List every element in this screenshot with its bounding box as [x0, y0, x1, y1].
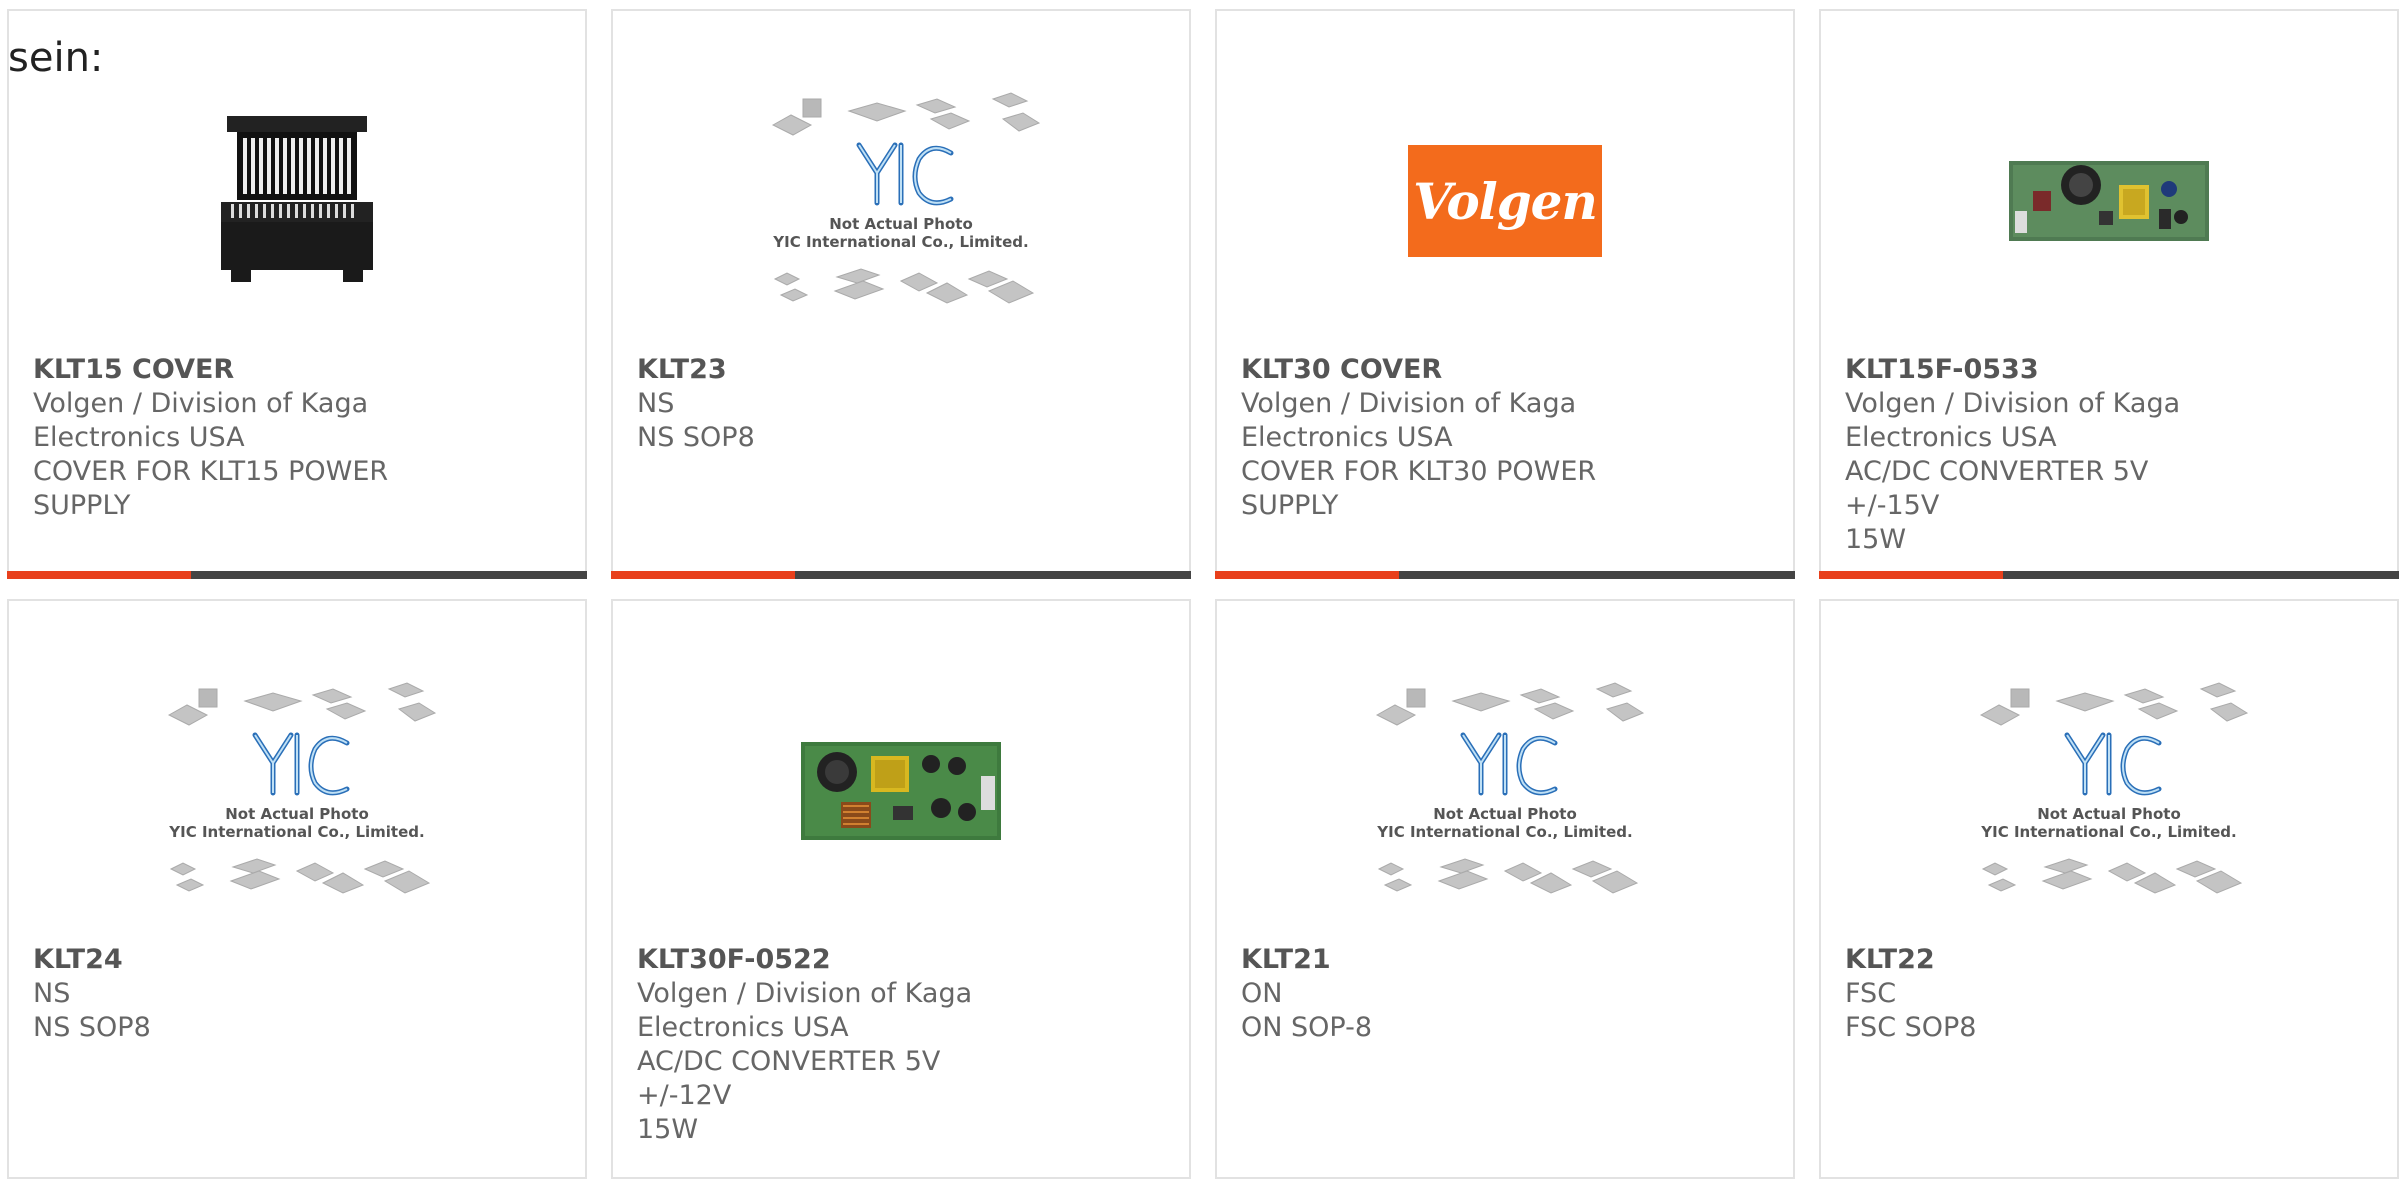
manufacturer-cont: Electronics USA — [637, 1012, 849, 1043]
part-number[interactable]: KLT15F-0533 — [1845, 353, 2245, 387]
manufacturer: Volgen / Division of Kaga — [33, 388, 369, 419]
placeholder-caption: Not Actual Photo YIC International Co., … — [1981, 805, 2237, 841]
product-image-logo[interactable]: Volgen — [1365, 81, 1645, 321]
description: COVER FOR KLT15 POWER — [33, 456, 389, 487]
card-accent — [611, 571, 795, 579]
description: AC/DC CONVERTER 5V +/-15V — [1845, 456, 2149, 521]
product-grid: KLT15 COVER Volgen / Division of Kaga El… — [0, 0, 2400, 1179]
product-card[interactable]: Not Actual Photo YIC International Co., … — [611, 9, 1191, 579]
description: FSC SOP8 — [1845, 1012, 1977, 1043]
manufacturer-cont: Electronics USA — [1241, 422, 1453, 453]
card-bottom-bar — [7, 571, 587, 579]
product-card[interactable]: KLT15 COVER Volgen / Division of Kaga El… — [7, 9, 587, 579]
card-bottom-bar — [1819, 571, 2399, 579]
description: ON SOP-8 — [1241, 1012, 1373, 1043]
part-number[interactable]: KLT21 — [1241, 943, 1641, 977]
chip-collage-icon — [1979, 682, 2249, 894]
product-info: KLT15F-0533 Volgen / Division of Kaga El… — [1845, 353, 2245, 557]
product-image-placeholder[interactable]: Not Actual Photo YIC International Co., … — [1969, 671, 2249, 911]
manufacturer: Volgen / Division of Kaga — [1241, 388, 1577, 419]
placeholder-caption: Not Actual Photo YIC International Co., … — [169, 805, 425, 841]
product-image-cover[interactable] — [157, 81, 437, 321]
card-accent — [1819, 571, 2003, 579]
card-bottom-bar — [1215, 571, 1795, 579]
product-card[interactable]: Not Actual Photo YIC International Co., … — [1819, 599, 2399, 1179]
chip-collage-icon — [771, 92, 1041, 304]
product-image-placeholder[interactable]: Not Actual Photo YIC International Co., … — [157, 671, 437, 911]
product-info: KLT15 COVER Volgen / Division of Kaga El… — [33, 353, 433, 523]
manufacturer-cont: Electronics USA — [33, 422, 245, 453]
product-info: KLT21 ON ON SOP-8 — [1241, 943, 1641, 1045]
placeholder-caption: Not Actual Photo YIC International Co., … — [1377, 805, 1633, 841]
product-image-pcb[interactable] — [761, 671, 1041, 911]
chip-collage-icon — [1375, 682, 1645, 894]
part-number[interactable]: KLT22 — [1845, 943, 2245, 977]
manufacturer: Volgen / Division of Kaga — [1845, 388, 2181, 419]
description-cont: SUPPLY — [1241, 490, 1339, 521]
description: COVER FOR KLT30 POWER — [1241, 456, 1597, 487]
part-number[interactable]: KLT30 COVER — [1241, 353, 1641, 387]
card-accent — [7, 571, 191, 579]
product-card[interactable]: Volgen KLT30 COVER Volgen / Division of … — [1215, 9, 1795, 579]
product-image-placeholder[interactable]: Not Actual Photo YIC International Co., … — [761, 81, 1041, 321]
product-card[interactable]: KLT15F-0533 Volgen / Division of Kaga El… — [1819, 9, 2399, 579]
product-info: KLT30F-0522 Volgen / Division of Kaga El… — [637, 943, 1037, 1147]
card-accent — [1215, 571, 1399, 579]
description-cont: SUPPLY — [33, 490, 131, 521]
part-number[interactable]: KLT24 — [33, 943, 433, 977]
product-image-placeholder[interactable]: Not Actual Photo YIC International Co., … — [1365, 671, 1645, 911]
manufacturer: NS — [637, 388, 675, 419]
description-cont: 15W — [637, 1114, 699, 1145]
volgen-logo: Volgen — [1408, 145, 1602, 257]
chip-collage-icon — [167, 682, 437, 894]
manufacturer: ON — [1241, 978, 1283, 1009]
part-number[interactable]: KLT23 — [637, 353, 1037, 387]
manufacturer-cont: Electronics USA — [1845, 422, 2057, 453]
description-cont: 15W — [1845, 524, 1907, 555]
card-bottom-bar — [611, 571, 1191, 579]
product-info: KLT22 FSC FSC SOP8 — [1845, 943, 2245, 1045]
part-number[interactable]: KLT30F-0522 — [637, 943, 1037, 977]
manufacturer: FSC — [1845, 978, 1897, 1009]
product-info: KLT30 COVER Volgen / Division of Kaga El… — [1241, 353, 1641, 523]
product-card[interactable]: KLT30F-0522 Volgen / Division of Kaga El… — [611, 599, 1191, 1179]
pcb-photo-icon — [2009, 161, 2209, 241]
description: NS SOP8 — [33, 1012, 151, 1043]
manufacturer: Volgen / Division of Kaga — [637, 978, 973, 1009]
product-info: KLT23 NS NS SOP8 — [637, 353, 1037, 455]
description: NS SOP8 — [637, 422, 755, 453]
product-card[interactable]: Not Actual Photo YIC International Co., … — [1215, 599, 1795, 1179]
description: AC/DC CONVERTER 5V +/-12V — [637, 1046, 941, 1111]
pcb-photo-icon — [801, 742, 1001, 840]
manufacturer: NS — [33, 978, 71, 1009]
lead-text: sein: — [8, 35, 104, 81]
part-number[interactable]: KLT15 COVER — [33, 353, 433, 387]
product-info: KLT24 NS NS SOP8 — [33, 943, 433, 1045]
product-card[interactable]: Not Actual Photo YIC International Co., … — [7, 599, 587, 1179]
placeholder-caption: Not Actual Photo YIC International Co., … — [773, 215, 1029, 251]
product-image-pcb[interactable] — [1969, 81, 2249, 321]
